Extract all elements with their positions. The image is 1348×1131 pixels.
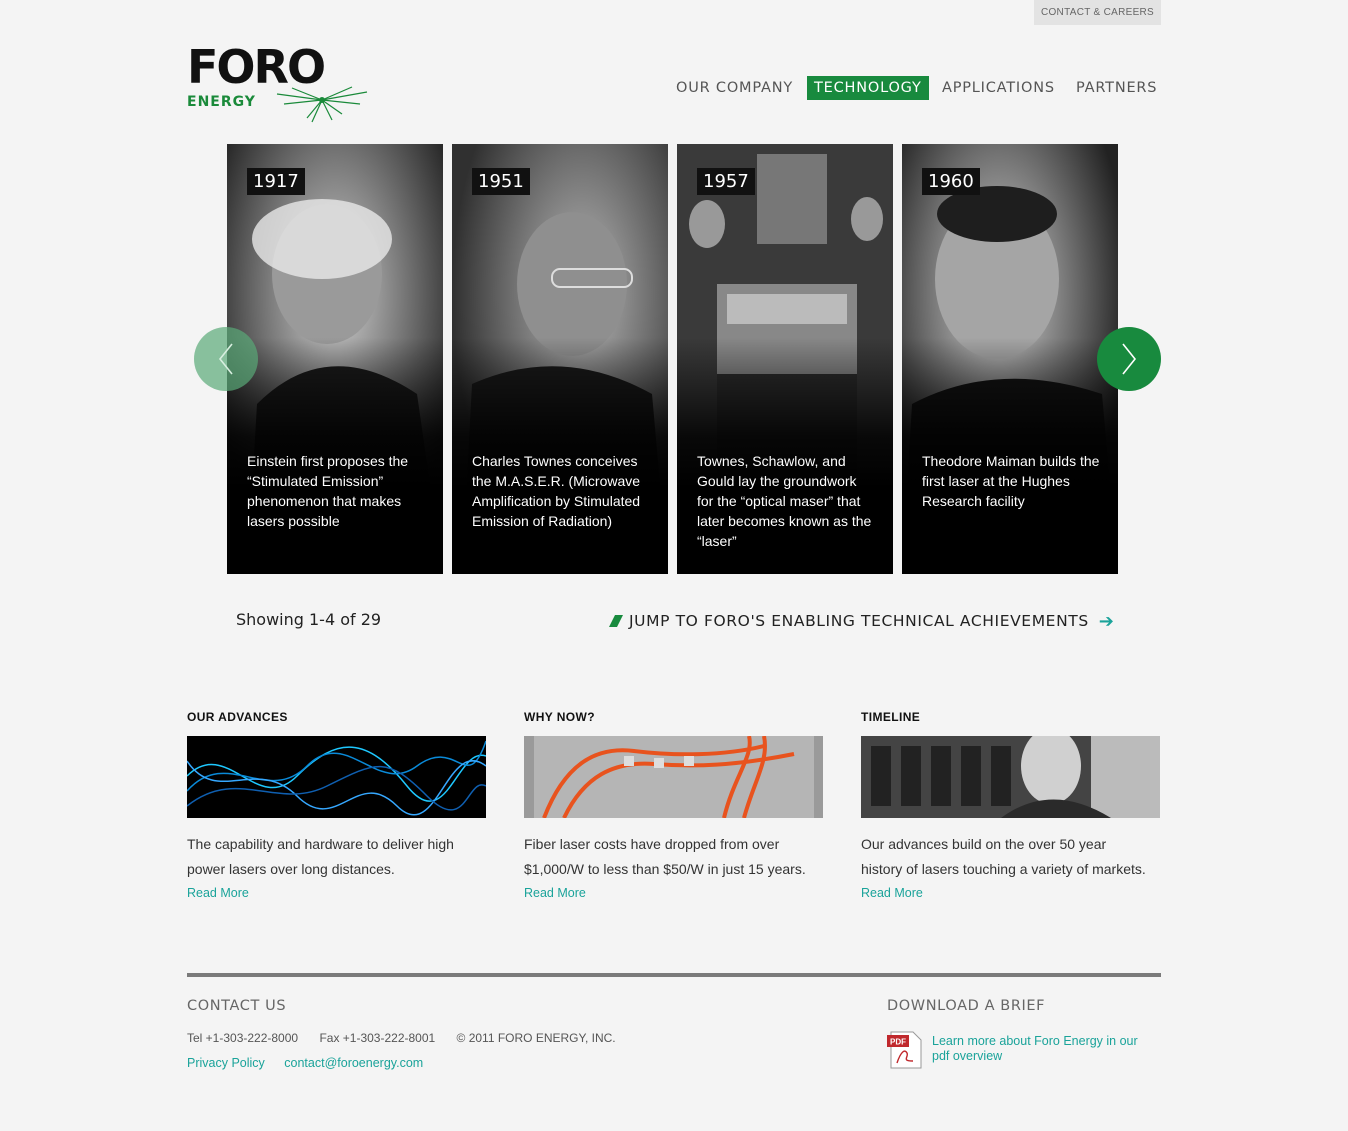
fiber-rack-image — [524, 736, 823, 818]
nav-partners[interactable]: PARTNERS — [1076, 76, 1157, 100]
feature-text: Our advances build on the over 50 year h… — [861, 836, 1146, 877]
phone-number: Tel +1-303-222-8000 — [187, 1031, 299, 1045]
card-year: 1957 — [697, 168, 755, 195]
feature-title: WHY NOW? — [524, 710, 595, 724]
card-year: 1960 — [922, 168, 980, 195]
carousel-next-button[interactable] — [1097, 327, 1161, 391]
feature-text: The capability and hardware to deliver h… — [187, 836, 454, 877]
chevron-left-icon — [218, 343, 233, 375]
timeline-card[interactable]: 1957 Townes, Schawlow, and Gould lay the… — [677, 144, 893, 574]
brief-heading: DOWNLOAD A BRIEF — [887, 998, 1046, 1014]
fax-number: Fax +1-303-222-8001 — [319, 1031, 436, 1045]
timeline-card[interactable]: 1960 Theodore Maiman builds the first la… — [902, 144, 1118, 574]
card-year: 1951 — [472, 168, 530, 195]
nav-technology[interactable]: TECHNOLOGY — [807, 76, 929, 100]
timeline-card[interactable]: 1917 Einstein first proposes the “Stimul… — [227, 144, 443, 574]
read-more-link[interactable]: Read More — [524, 886, 586, 900]
copyright: © 2011 FORO ENERGY, INC. — [456, 1031, 616, 1045]
feature-why-now: WHY NOW? Fiber laser costs have dropped … — [524, 710, 824, 900]
timeline-card[interactable]: 1951 Charles Townes conceives the M.A.S.… — [452, 144, 668, 574]
card-caption: Einstein first proposes the “Stimulated … — [247, 453, 409, 529]
feature-title: OUR ADVANCES — [187, 710, 288, 724]
pdf-icon[interactable]: PDF — [887, 1031, 923, 1069]
feature-image[interactable] — [524, 736, 823, 818]
scientist-image — [861, 736, 1160, 818]
feature-text: Fiber laser costs have dropped from over… — [524, 836, 806, 877]
email-link[interactable]: contact@foroenergy.com — [284, 1056, 423, 1070]
main-nav: OUR COMPANY TECHNOLOGY APPLICATIONS PART… — [0, 76, 1348, 100]
contact-careers-link[interactable]: CONTACT & CAREERS — [1034, 0, 1161, 25]
feature-image[interactable] — [187, 736, 486, 818]
read-more-link[interactable]: Read More — [861, 886, 923, 900]
card-caption: Townes, Schawlow, and Gould lay the grou… — [697, 453, 872, 549]
pdf-badge: PDF — [890, 1038, 906, 1047]
privacy-policy-link[interactable]: Privacy Policy — [187, 1056, 265, 1070]
contact-details: Tel +1-303-222-8000 Fax +1-303-222-8001 … — [187, 1031, 634, 1045]
card-year: 1917 — [247, 168, 305, 195]
nav-our-company[interactable]: OUR COMPANY — [676, 76, 793, 100]
feature-timeline: TIMELINE Our advances build on the over … — [861, 710, 1161, 900]
read-more-link[interactable]: Read More — [187, 886, 249, 900]
feature-image[interactable] — [861, 736, 1160, 818]
feature-title: TIMELINE — [861, 710, 921, 724]
laser-waves-image — [187, 736, 486, 818]
green-slash-icon — [609, 615, 623, 627]
carousel-prev-button[interactable] — [194, 327, 258, 391]
pdf-overview-link[interactable]: Learn more about Foro Energy in our pdf … — [932, 1034, 1142, 1064]
card-caption: Charles Townes conceives the M.A.S.E.R. … — [472, 453, 641, 529]
chevron-right-icon — [1122, 343, 1137, 375]
jump-label: JUMP TO FORO'S ENABLING TECHNICAL ACHIEV… — [629, 612, 1089, 630]
contact-heading: CONTACT US — [187, 998, 287, 1014]
footer-links: Privacy Policy contact@foroenergy.com — [187, 1056, 439, 1070]
jump-to-achievements-link[interactable]: JUMP TO FORO'S ENABLING TECHNICAL ACHIEV… — [609, 610, 1114, 632]
feature-our-advances: OUR ADVANCES The capability and hardware… — [187, 710, 487, 900]
carousel-count: Showing 1-4 of 29 — [236, 610, 382, 629]
arrow-right-icon: ➔ — [1098, 610, 1114, 631]
footer-divider — [187, 973, 1161, 977]
card-caption: Theodore Maiman builds the first laser a… — [922, 453, 1100, 509]
nav-applications[interactable]: APPLICATIONS — [942, 76, 1055, 100]
